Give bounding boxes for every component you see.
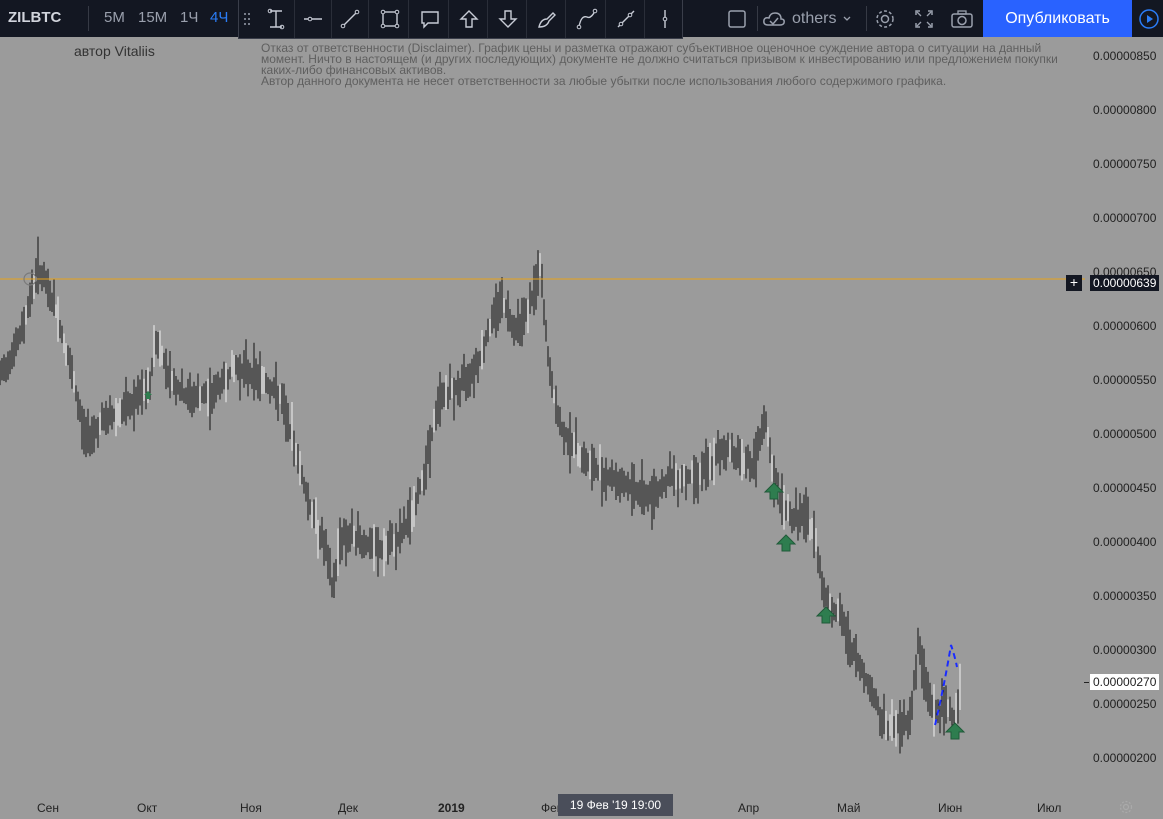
time-label: Апр [738, 801, 760, 815]
disclaimer-text: Отказ от ответственности (Disclaimer). Г… [261, 42, 1081, 88]
play-icon[interactable] [1135, 2, 1163, 35]
price-label: 0.00000750 [1093, 157, 1157, 171]
timeframe-1h[interactable]: 1Ч [180, 9, 198, 26]
settings-gear-icon[interactable] [866, 2, 903, 35]
fullscreen-icon[interactable] [905, 2, 942, 35]
buy-markers [144, 391, 966, 740]
price-label: 0.00000850 [1093, 49, 1157, 63]
candles [0, 236, 961, 754]
price-label: 0.00000350 [1093, 589, 1157, 603]
price-chart[interactable] [0, 37, 1085, 797]
buy-arrow-icon [775, 534, 797, 552]
horizontal-line-tool-icon[interactable] [294, 0, 332, 38]
ray-tool-icon[interactable] [607, 0, 645, 38]
timeframe-15m[interactable]: 15М [138, 9, 167, 26]
toolbar-divider [757, 6, 758, 31]
buy-arrow-icon [944, 722, 966, 740]
callout-tool-icon[interactable] [411, 0, 449, 38]
arrow-up-tool-icon[interactable] [450, 0, 488, 38]
time-label: Май [837, 801, 861, 815]
publish-button[interactable]: Опубликовать [983, 0, 1132, 37]
crosshair-time-badge: 19 Фев '19 19:00 [558, 794, 673, 816]
time-label: Окт [137, 801, 158, 815]
time-label: Ноя [240, 801, 262, 815]
price-label: 0.00000250 [1093, 697, 1157, 711]
camera-icon[interactable] [943, 2, 980, 35]
cross-line-tool-icon[interactable] [257, 0, 295, 38]
cloud-icon [763, 11, 785, 26]
path-tool-icon[interactable] [568, 0, 606, 38]
compare-dropdown[interactable]: others [762, 6, 852, 31]
arrow-down-tool-icon[interactable] [489, 0, 527, 38]
author-label: автор Vitaliis [74, 43, 155, 59]
time-label: Июл [1037, 801, 1062, 815]
price-label: 0.00000200 [1093, 751, 1157, 765]
disclaimer-line: Автор данного документа не несет ответст… [261, 74, 947, 88]
vertical-line-tool-icon[interactable] [646, 0, 683, 38]
time-label: 2019 [438, 801, 465, 815]
price-label: 0.00000500 [1093, 427, 1157, 441]
symbol-label[interactable]: ZILBTC [8, 9, 61, 26]
others-label: others [792, 9, 837, 27]
price-label: 0.00000600 [1093, 319, 1157, 333]
toolbar-divider [88, 6, 89, 31]
price-label: 0.00000700 [1093, 211, 1157, 225]
price-label: 0.00000400 [1093, 535, 1157, 549]
brush-tool-icon[interactable] [528, 0, 566, 38]
drawing-toolbar [238, 0, 683, 39]
gear-icon[interactable] [1118, 799, 1134, 815]
time-label: Сен [37, 801, 59, 815]
timeframe-5m[interactable]: 5М [104, 9, 125, 26]
chevron-down-icon [844, 16, 851, 21]
price-label: 0.00000800 [1093, 103, 1157, 117]
last-price-badge: 0.00000270 [1090, 674, 1160, 690]
timeframe-4h[interactable]: 4Ч [210, 9, 228, 26]
add-line-icon[interactable]: + [1066, 275, 1082, 291]
time-label: Июн [938, 801, 963, 815]
time-label: Дек [338, 801, 359, 815]
drag-handle-icon[interactable] [243, 12, 251, 26]
horizontal-line-price-badge: 0.00000639 [1090, 275, 1160, 291]
trend-line-tool-icon[interactable] [331, 0, 369, 38]
buy-arrow-icon [144, 391, 152, 399]
price-label: 0.00000450 [1093, 481, 1157, 495]
price-label: 0.00000550 [1093, 373, 1157, 387]
price-label: 0.00000300 [1093, 643, 1157, 657]
rectangle-tool-icon[interactable] [371, 0, 409, 38]
checkbox-icon[interactable] [718, 2, 755, 35]
last-price-tick [1084, 682, 1089, 683]
